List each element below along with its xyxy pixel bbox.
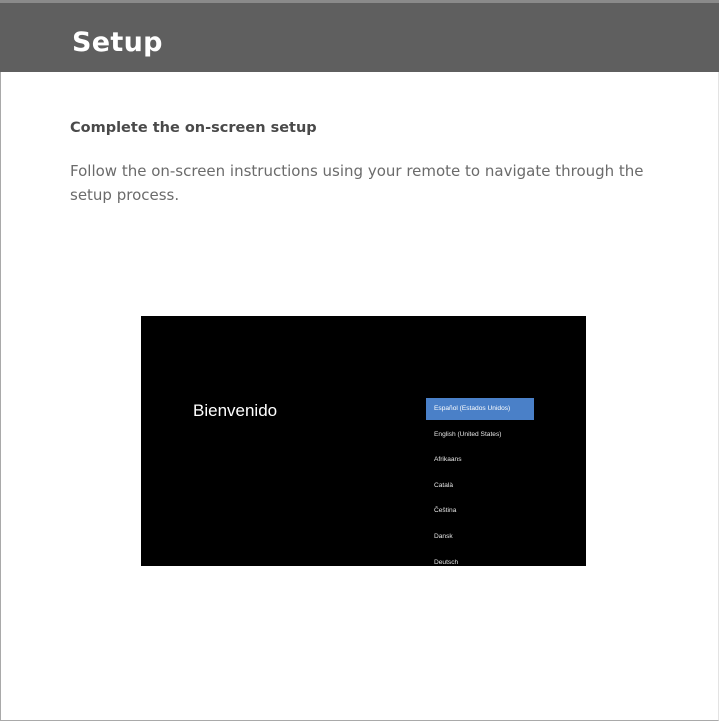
language-option: Català <box>434 481 454 489</box>
instructions-text: Follow the on-screen instructions using … <box>70 162 644 204</box>
language-list: Español (Estados Unidos) English (United… <box>426 398 534 566</box>
language-option: Dansk <box>434 532 453 540</box>
section-heading: Complete the on-screen setup <box>70 120 317 136</box>
language-option: Deutsch <box>434 558 459 566</box>
language-option: Čeština <box>434 507 457 515</box>
tv-screen-image: Bienvenido Español (Estados Unidos) Engl… <box>141 316 586 566</box>
page-title: Setup <box>72 27 163 58</box>
header-bar: Setup <box>0 0 719 72</box>
language-option: Afrikaans <box>434 456 462 464</box>
language-option: English (United States) <box>434 430 502 438</box>
welcome-text: Bienvenido <box>193 401 278 420</box>
language-option-selected: Español (Estados Unidos) <box>426 398 534 420</box>
